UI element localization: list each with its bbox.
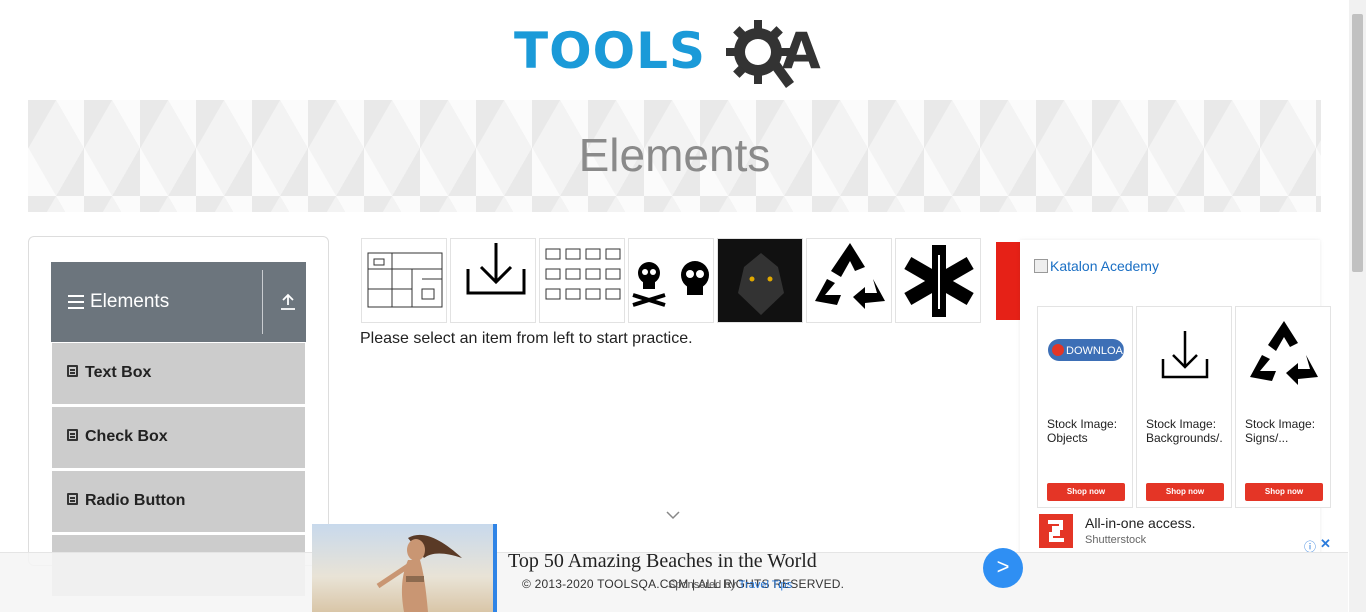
ad-fragment[interactable] xyxy=(996,242,1020,320)
ad-sponsor: Sponsored by Travel Tips xyxy=(668,579,792,591)
ad-thumbnail[interactable] xyxy=(806,238,892,323)
recycle-image xyxy=(815,243,885,309)
katalon-ad-text: Katalon Acedemy xyxy=(1050,258,1159,274)
ad-card[interactable]: DOWNLOAD Stock Image: Objects Shop now xyxy=(1037,306,1133,508)
ad-thumbnail[interactable] xyxy=(895,238,981,323)
ad-thumbnail[interactable] xyxy=(628,238,714,323)
ad-thumbnail[interactable] xyxy=(361,238,447,323)
shop-now-button[interactable]: Shop now xyxy=(1245,483,1323,501)
broken-image-icon xyxy=(1034,259,1048,273)
woman-figure-image xyxy=(376,534,462,612)
sponsor-name[interactable]: Travel Tips xyxy=(739,579,792,591)
ad-thumbnail[interactable] xyxy=(539,238,625,323)
ad-next-arrow-button[interactable]: > xyxy=(983,548,1023,588)
card-caption: Stock Image: Signs/... xyxy=(1245,417,1316,445)
sidebar-item-check-box[interactable]: Check Box xyxy=(52,406,305,468)
recycle-image xyxy=(1250,321,1318,385)
download-arrow-image xyxy=(1161,331,1209,379)
sidebar-item-label: Text Box xyxy=(85,364,152,381)
close-icon[interactable]: ✕ xyxy=(1320,536,1331,552)
html5-icon xyxy=(67,365,78,377)
blueprint-image xyxy=(367,252,443,308)
ad-headline[interactable]: Top 50 Amazing Beaches in the World xyxy=(508,550,817,573)
wolf-image xyxy=(738,253,784,315)
sidebar-item-radio-button[interactable]: Radio Button xyxy=(52,470,305,532)
beach-photo[interactable] xyxy=(312,524,494,612)
icon-grid-image xyxy=(545,248,621,300)
html5-icon xyxy=(67,493,78,505)
shop-now-button[interactable]: Shop now xyxy=(1146,483,1224,501)
ad-card[interactable]: Stock Image: Backgrounds/. Shop now xyxy=(1136,306,1232,508)
katalon-ad-link[interactable]: Katalon Acedemy xyxy=(1034,258,1159,274)
scrollbar-thumb[interactable] xyxy=(1352,14,1363,272)
ad-brand-name: Shutterstock xyxy=(1085,534,1147,546)
card-caption: Stock Image: Backgrounds/. xyxy=(1146,417,1223,445)
practice-instructions: Please select an item from left to start… xyxy=(360,330,693,347)
sidebar-item-text-box[interactable]: Text Box xyxy=(52,342,305,404)
logo-text-a: A xyxy=(782,22,821,80)
elements-group-header[interactable]: Elements xyxy=(51,262,306,342)
toolsqa-logo[interactable]: TOOLS A xyxy=(514,16,844,92)
group-title: Elements xyxy=(90,291,170,312)
shop-now-button[interactable]: Shop now xyxy=(1047,483,1125,501)
upload-icon[interactable] xyxy=(279,293,297,311)
logo-text: TOOLS xyxy=(514,22,706,80)
ad-card[interactable]: Stock Image: Signs/... Shop now xyxy=(1235,306,1331,508)
shutterstock-logo xyxy=(1039,514,1073,548)
page-scrollbar[interactable] xyxy=(1349,0,1366,612)
skull-image xyxy=(632,261,709,307)
ad-thumbnail[interactable] xyxy=(717,238,803,323)
download-text: DOWNLOAD xyxy=(1066,345,1131,357)
shutterstock-ad[interactable]: Katalon Acedemy DOWNLOAD Stock Image: Ob… xyxy=(1020,240,1331,556)
chevron-down-icon[interactable] xyxy=(666,510,680,520)
page-banner: Elements xyxy=(28,100,1321,212)
ad-brand-title: All-in-one access. xyxy=(1085,515,1196,531)
sidebar-item-label: Radio Button xyxy=(85,492,186,509)
ad-accent-bar xyxy=(493,524,497,612)
ad-thumbnail[interactable] xyxy=(450,238,536,323)
medical-star-image xyxy=(904,245,974,317)
page: TOOLS A Elements Elements Text Box Check… xyxy=(0,0,1366,612)
card-caption: Stock Image: Objects xyxy=(1047,417,1118,445)
download-image xyxy=(466,243,526,295)
menu-icon xyxy=(68,295,84,309)
sponsor-prefix: Sponsored by xyxy=(668,579,736,591)
sidebar-item-label: Check Box xyxy=(85,428,168,445)
divider xyxy=(262,270,263,334)
download-button-image: DOWNLOAD xyxy=(1048,339,1131,361)
sidebar: Elements Text Box Check Box Radio Button xyxy=(28,236,329,596)
page-title: Elements xyxy=(578,129,771,181)
html5-icon xyxy=(67,429,78,441)
